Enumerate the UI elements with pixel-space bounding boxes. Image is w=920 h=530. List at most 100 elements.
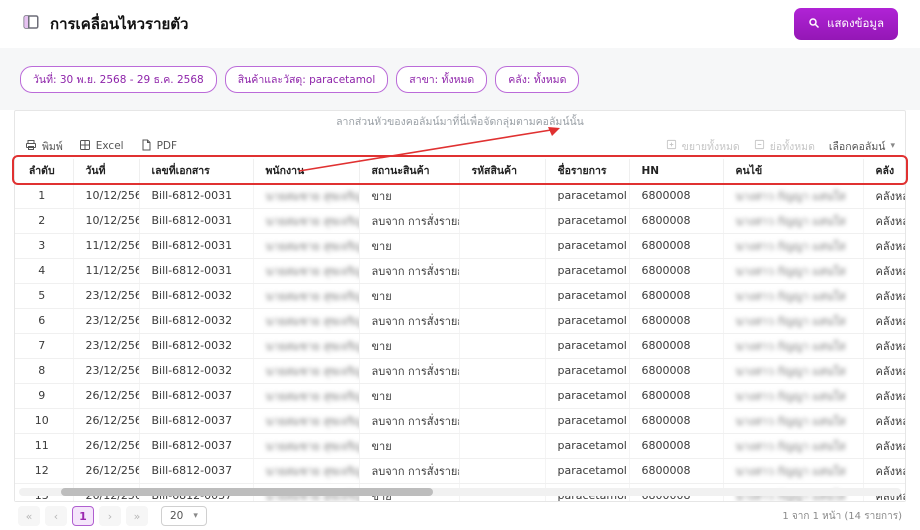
cell-warehouse: คลังหลัก [863, 408, 905, 433]
cell-code [459, 383, 545, 408]
cell-employee_blurred: นายสมชาย สุขเจริญ [253, 333, 359, 358]
last-page-button[interactable]: » [126, 506, 148, 526]
cell-patient_blurred: นางสาว กัญญา แสนใส [723, 458, 863, 483]
column-header-4[interactable]: สถานะสินค้า [359, 159, 459, 183]
cell-date: 23/12/2568 [73, 358, 139, 383]
choose-columns-button[interactable]: เลือกคอลัมน์ ▾ [829, 138, 895, 155]
filter-chip-3[interactable]: คลัง: ทั้งหมด [495, 66, 579, 93]
cell-status: ขาย [359, 383, 459, 408]
cell-employee_blurred: นายสมชาย สุขเจริญ [253, 208, 359, 233]
chevron-down-icon: ▾ [890, 141, 895, 151]
prev-page-button[interactable]: ‹ [45, 506, 67, 526]
cell-patient_blurred: นางสาว กัญญา แสนใส [723, 383, 863, 408]
cell-code [459, 183, 545, 208]
table-row[interactable]: 110/12/2568Bill-6812-0031นายสมชาย สุขเจร… [15, 183, 905, 208]
cell-warehouse: คลังหลัก [863, 383, 905, 408]
column-header-6[interactable]: ชื่อรายการ [545, 159, 629, 183]
cell-status: ลบจาก การสั่งรายการ [359, 208, 459, 233]
horizontal-scrollbar[interactable] [19, 488, 901, 496]
column-header-8[interactable]: คนไข้ [723, 159, 863, 183]
redacted-text: นายสมชาย สุขเจริญ [266, 415, 360, 428]
filter-chip-2[interactable]: สาขา: ทั้งหมด [396, 66, 487, 93]
expand-all-label: ขยายทั้งหมด [682, 138, 740, 155]
redacted-text: นายสมชาย สุขเจริญ [266, 390, 360, 403]
cell-patient_blurred: นางสาว กัญญา แสนใส [723, 433, 863, 458]
cell-warehouse: คลังหลัก [863, 283, 905, 308]
cell-warehouse: คลังหลัก [863, 333, 905, 358]
column-header-2[interactable]: เลขที่เอกสาร [139, 159, 253, 183]
collapse-all-button[interactable]: ย่อทั้งหมด [754, 138, 815, 155]
table-row[interactable]: 311/12/2568Bill-6812-0031นายสมชาย สุขเจร… [15, 233, 905, 258]
expand-all-button[interactable]: ขยายทั้งหมด [666, 138, 740, 155]
cell-hn: 6800008 [629, 333, 723, 358]
table-row[interactable]: 210/12/2568Bill-6812-0031นายสมชาย สุขเจร… [15, 208, 905, 233]
cell-no: 6 [15, 308, 73, 333]
first-page-button[interactable]: « [18, 506, 40, 526]
table-row[interactable]: 723/12/2568Bill-6812-0032นายสมชาย สุขเจร… [15, 333, 905, 358]
cell-item: paracetamol [545, 308, 629, 333]
redacted-text: นายสมชาย สุขเจริญ [266, 215, 360, 228]
table-row[interactable]: 1026/12/2568Bill-6812-0037นายสมชาย สุขเจ… [15, 408, 905, 433]
redacted-text: นางสาว กัญญา แสนใส [736, 315, 846, 328]
cell-item: paracetamol [545, 383, 629, 408]
table-row[interactable]: 1126/12/2568Bill-6812-0037นายสมชาย สุขเจ… [15, 433, 905, 458]
redacted-text: นายสมชาย สุขเจริญ [266, 290, 360, 303]
table-row[interactable]: 623/12/2568Bill-6812-0032นายสมชาย สุขเจร… [15, 308, 905, 333]
report-icon [22, 13, 40, 35]
chevron-down-icon: ▾ [193, 511, 198, 521]
export-excel-button[interactable]: Excel [79, 139, 124, 154]
top-bar: การเคลื่อนไหวรายตัว แสดงข้อมูล [0, 0, 920, 48]
filter-chip-1[interactable]: สินค้าและวัสดุ: paracetamol [225, 66, 389, 93]
cell-code [459, 258, 545, 283]
next-page-button[interactable]: › [99, 506, 121, 526]
cell-hn: 6800008 [629, 183, 723, 208]
print-label: พิมพ์ [42, 138, 63, 155]
cell-hn: 6800008 [629, 433, 723, 458]
cell-employee_blurred: นายสมชาย สุขเจริญ [253, 383, 359, 408]
current-page-button[interactable]: 1 [72, 506, 94, 526]
cell-item: paracetamol [545, 208, 629, 233]
cell-warehouse: คลังหลัก [863, 458, 905, 483]
cell-date: 23/12/2568 [73, 283, 139, 308]
search-icon [808, 17, 820, 32]
cell-doc: Bill-6812-0031 [139, 183, 253, 208]
cell-date: 11/12/2568 [73, 233, 139, 258]
redacted-text: นางสาว กัญญา แสนใส [736, 415, 846, 428]
print-button[interactable]: พิมพ์ [25, 138, 63, 155]
column-header-1[interactable]: วันที่ [73, 159, 139, 183]
column-header-7[interactable]: HN [629, 159, 723, 183]
cell-no: 3 [15, 233, 73, 258]
page-size-select[interactable]: 20 ▾ [161, 506, 207, 526]
cell-no: 10 [15, 408, 73, 433]
table-row[interactable]: 823/12/2568Bill-6812-0032นายสมชาย สุขเจร… [15, 358, 905, 383]
cell-code [459, 283, 545, 308]
cell-doc: Bill-6812-0032 [139, 283, 253, 308]
filter-chip-0[interactable]: วันที่: 30 พ.ย. 2568 - 29 ธ.ค. 2568 [20, 66, 217, 93]
cell-code [459, 208, 545, 233]
cell-date: 11/12/2568 [73, 258, 139, 283]
cell-item: paracetamol [545, 458, 629, 483]
cell-item: paracetamol [545, 233, 629, 258]
column-header-9[interactable]: คลัง [863, 159, 905, 183]
column-header-5[interactable]: รหัสสินค้า [459, 159, 545, 183]
cell-doc: Bill-6812-0032 [139, 358, 253, 383]
cell-doc: Bill-6812-0032 [139, 308, 253, 333]
cell-status: ลบจาก การสั่งรายการ [359, 408, 459, 433]
scrollbar-thumb[interactable] [61, 488, 433, 496]
cell-code [459, 308, 545, 333]
cell-patient_blurred: นางสาว กัญญา แสนใส [723, 333, 863, 358]
cell-date: 26/12/2568 [73, 408, 139, 433]
pdf-label: PDF [157, 140, 177, 152]
table-row[interactable]: 411/12/2568Bill-6812-0031นายสมชาย สุขเจร… [15, 258, 905, 283]
column-header-3[interactable]: พนักงาน [253, 159, 359, 183]
export-pdf-button[interactable]: PDF [140, 139, 177, 154]
cell-employee_blurred: นายสมชาย สุขเจริญ [253, 183, 359, 208]
table-row[interactable]: 926/12/2568Bill-6812-0037นายสมชาย สุขเจร… [15, 383, 905, 408]
show-data-button[interactable]: แสดงข้อมูล [794, 8, 898, 40]
redacted-text: นางสาว กัญญา แสนใส [736, 240, 846, 253]
column-header-0[interactable]: ลำดับ [15, 159, 73, 183]
cell-employee_blurred: นายสมชาย สุขเจริญ [253, 458, 359, 483]
table-row[interactable]: 523/12/2568Bill-6812-0032นายสมชาย สุขเจร… [15, 283, 905, 308]
table-row[interactable]: 1226/12/2568Bill-6812-0037นายสมชาย สุขเจ… [15, 458, 905, 483]
cell-employee_blurred: นายสมชาย สุขเจริญ [253, 308, 359, 333]
